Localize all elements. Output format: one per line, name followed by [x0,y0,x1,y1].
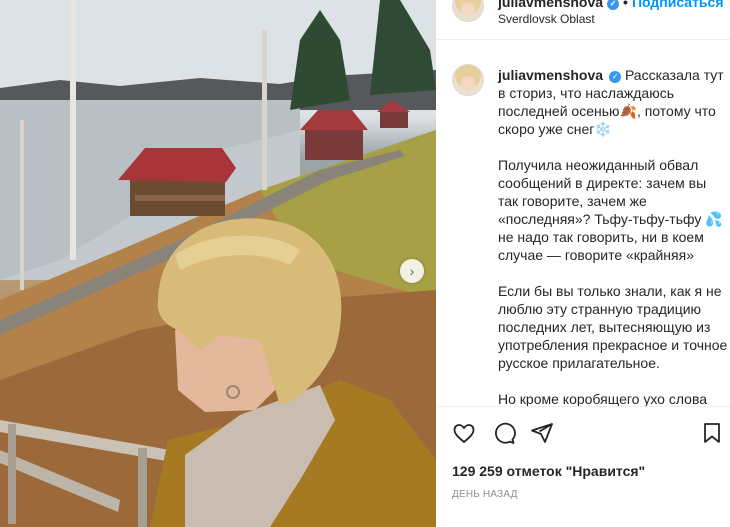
share-icon [531,423,553,443]
post-author-line: juliavmenshova ✓ • Подписаться [498,0,724,10]
separator: • [623,0,628,10]
username-link[interactable]: juliavmenshova [498,0,603,10]
caption: juliavmenshova ✓ Рассказала тут в сториз,… [498,66,730,406]
location-link[interactable]: Sverdlovsk Oblast [498,12,595,26]
post-header: juliavmenshova ✓ • Подписаться Sverdlovsk O… [436,0,730,40]
photo-illustration [0,0,436,527]
post-actions: 129 259 отметок "Нравится" ДЕНЬ НАЗАД [436,406,730,527]
like-button[interactable] [450,419,478,447]
caption-paragraph-2: Получила неожиданный обвал сообщений в д… [498,157,723,263]
avatar[interactable] [452,64,484,96]
next-photo-button[interactable]: › [400,259,424,283]
caption-paragraph-3: Если бы вы только знали, как я не люблю … [498,283,728,371]
chevron-right-icon: › [409,263,415,279]
likes-count[interactable]: 129 259 отметок "Нравится" [452,463,645,479]
comments-area[interactable]: juliavmenshova ✓ Рассказала тут в сториз,… [436,58,730,406]
post-photo: › [0,0,436,527]
comment-button[interactable] [490,419,518,447]
verified-badge-icon: ✓ [609,71,622,83]
post-timestamp[interactable]: ДЕНЬ НАЗАД [452,489,518,500]
post-side-panel: juliavmenshova ✓ • Подписаться Sverdlovsk O… [436,0,730,527]
follow-button[interactable]: Подписаться [632,0,724,10]
avatar[interactable] [452,0,484,22]
comment-icon [495,422,516,444]
share-button[interactable] [528,419,556,447]
verified-badge-icon: ✓ [607,0,620,10]
heart-icon [453,424,475,444]
caption-username-link[interactable]: juliavmenshova [498,67,603,83]
bookmark-icon [704,423,720,443]
caption-paragraph-4: Но кроме коробящего ухо слова «крайний»,… [498,391,708,406]
save-button[interactable] [698,419,726,447]
caption-paragraph-1: juliavmenshova ✓ Рассказала тут в сториз,… [498,66,730,138]
